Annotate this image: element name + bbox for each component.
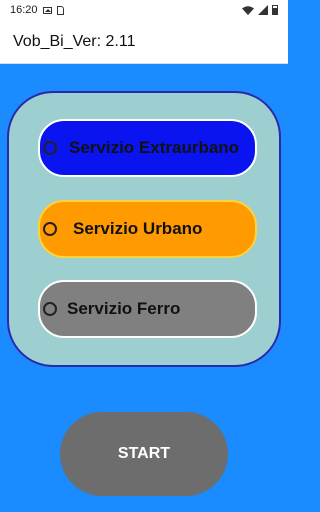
option-servizio-extraurbano[interactable]: Servizio Extraurbano	[38, 119, 257, 177]
app-bar: Vob_Bi_Ver: 2.11	[0, 20, 288, 64]
image-icon	[42, 6, 52, 14]
sim-card-icon	[56, 5, 64, 15]
option-servizio-urbano[interactable]: Servizio Urbano	[38, 200, 257, 258]
status-time: 16:20	[10, 4, 38, 16]
battery-icon	[272, 5, 278, 15]
app-title: Vob_Bi_Ver: 2.11	[13, 32, 136, 50]
option-servizio-ferro[interactable]: Servizio Ferro	[38, 280, 257, 338]
option-label: Servizio Urbano	[73, 219, 203, 238]
signal-icon	[258, 5, 268, 15]
start-button[interactable]: START	[60, 412, 228, 496]
start-button-label: START	[117, 445, 171, 462]
wifi-icon	[242, 5, 254, 15]
radio-button[interactable]	[43, 302, 57, 316]
option-label: Servizio Extraurbano	[69, 138, 240, 157]
option-label: Servizio Ferro	[67, 299, 181, 318]
radio-button[interactable]	[43, 222, 57, 236]
status-bar: 16:20	[0, 0, 288, 20]
radio-button[interactable]	[43, 141, 57, 155]
